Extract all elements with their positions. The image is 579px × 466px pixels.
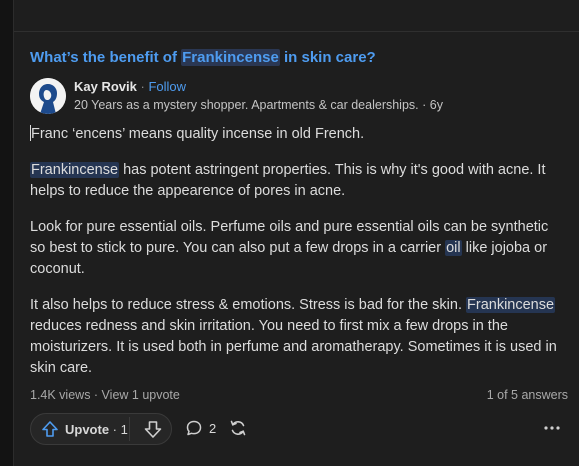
answer-counter: 1 of 5 answers [486,388,568,402]
upvote-label: Upvote [65,421,110,437]
avatar-icon [30,78,66,114]
question-highlight: Frankincense [181,49,280,66]
card-divider [14,31,579,32]
answer-stats[interactable]: 1.4K views · View 1 upvote [30,388,180,402]
answer-paragraph-1-text: Franc ‘encens’ means quality incense in … [31,126,365,142]
author-line: Kay Rovik · Follow [74,79,186,94]
answer-paragraph: Franc ‘encens’ means quality incense in … [30,124,566,145]
share-button[interactable] [228,418,248,438]
answer-paragraph-4-end: reduces redness and skin irritation. You… [30,318,557,376]
answer-highlight: Frankincense [30,162,120,178]
avatar[interactable] [30,78,66,114]
answer-body: Franc ‘encens’ means quality incense in … [30,124,566,394]
answer-paragraph-4-text: It also helps to reduce stress & emotion… [30,297,467,313]
action-bar: Upvote · 1 2 [30,413,566,445]
question-title-end: in skin care? [279,49,376,66]
author-credential: 20 Years as a mystery shopper. Apartment… [74,98,443,112]
upvote-button[interactable]: Upvote · 1 [41,419,128,439]
vote-divider [129,417,130,441]
downvote-button[interactable] [143,419,163,439]
answer-highlight: Frankincense [466,297,556,313]
answer-paragraph: It also helps to reduce stress & emotion… [30,295,566,379]
question-title[interactable]: What’s the benefit of Frankincense in sk… [30,49,376,66]
follow-button[interactable]: Follow [148,79,186,94]
comment-icon [186,420,202,436]
more-button[interactable] [542,418,562,438]
author-name[interactable]: Kay Rovik [74,79,137,94]
comment-count: 2 [209,420,217,436]
vote-pill: Upvote · 1 [30,413,172,445]
answer-paragraph: Look for pure essential oils. Perfume oi… [30,217,566,280]
question-title-start: What’s the benefit of [30,49,182,66]
answer-paragraph: Frankincense has potent astringent prope… [30,160,566,202]
comment-button[interactable]: 2 [185,418,216,438]
upvote-arrow-icon [42,421,58,437]
share-icon [230,420,246,436]
author-separator: · [136,79,149,94]
upvote-count: · 1 [109,421,128,437]
oil-link[interactable]: oil [445,240,462,256]
more-icon [544,426,560,430]
downvote-arrow-icon [144,421,162,438]
